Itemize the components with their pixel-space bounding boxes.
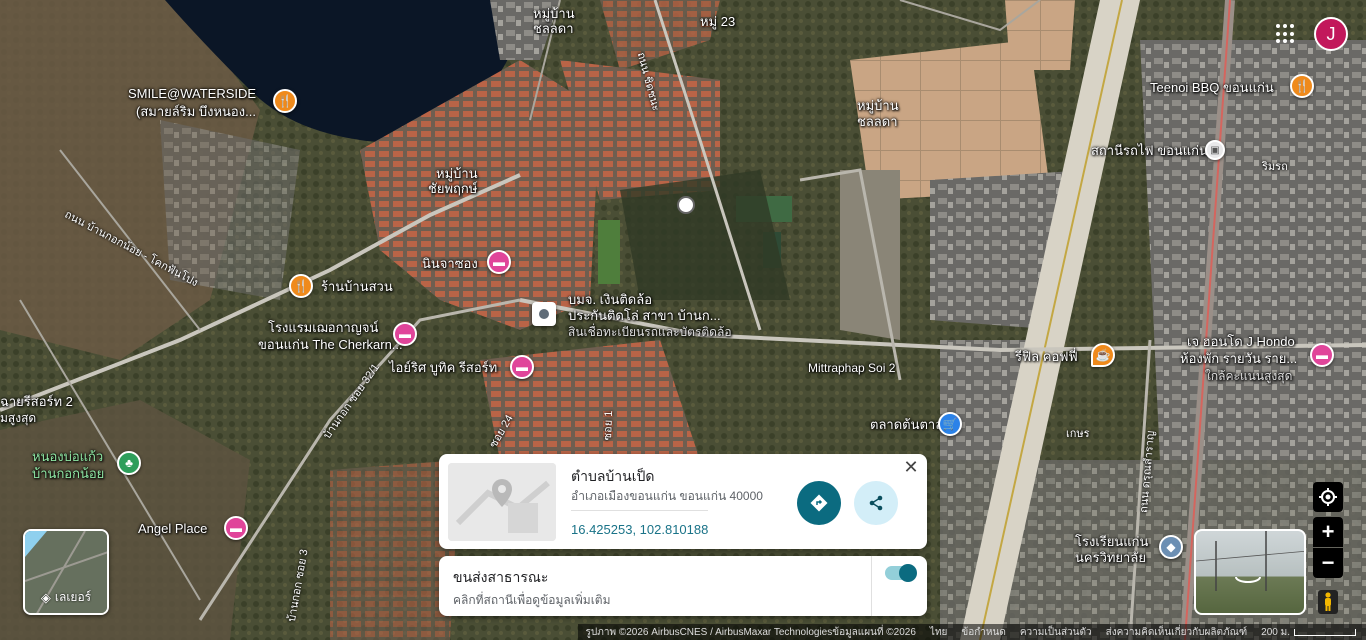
map-label: หมู่บ้าน	[533, 6, 575, 21]
hotel-icon[interactable]: ▬	[1310, 343, 1334, 367]
map-label: ชลลดา	[857, 114, 898, 129]
scale-bar[interactable]: 200 ม.	[1261, 625, 1356, 640]
hotel-icon[interactable]: ▬	[510, 355, 534, 379]
hotel-icon[interactable]: ▬	[487, 250, 511, 274]
close-icon[interactable]: ✕	[901, 457, 921, 477]
directions-button[interactable]	[797, 481, 841, 525]
poi-name: ตลาดต้นตาล	[870, 417, 944, 432]
road-label: ซอย 1	[601, 410, 616, 441]
coffee-icon[interactable]: ☕	[1091, 343, 1115, 367]
map-label: ฉายรีสอร์ท 2	[0, 394, 73, 409]
poi-name: ไอย์ริศ บูทิค รีสอร์ท	[389, 360, 498, 375]
road-name-label: Mittraphap Soi 2	[808, 361, 896, 375]
map-label: หมู่บ้าน	[436, 166, 478, 181]
street-view-preview[interactable]	[1194, 529, 1306, 615]
poi-subtitle: บ้านกอกน้อย	[32, 466, 105, 481]
footer-link-language[interactable]: ไทย	[930, 625, 947, 640]
poi-subtitle: ห้องพัก รายวัน ราย...	[1180, 351, 1298, 366]
map-label: มสูงสุด	[0, 411, 37, 425]
pegman-icon[interactable]	[1318, 590, 1338, 614]
shopping-cart-icon[interactable]: 🛒	[938, 412, 962, 436]
poi-subtitle: (สมายล์ริม บึงหนอง...	[136, 104, 256, 119]
my-location-button[interactable]	[1313, 482, 1343, 512]
poi-subtitle: ประกันติดโล่ สาขา บ้านก...	[568, 308, 721, 323]
apps-grid-icon[interactable]	[1276, 24, 1296, 44]
location-dot-icon[interactable]	[677, 196, 695, 214]
bank-icon[interactable]	[532, 302, 556, 326]
footer-link-privacy[interactable]: ความเป็นส่วนตัว	[1020, 625, 1092, 640]
share-icon	[869, 495, 883, 511]
map-label: หมู่บ้าน	[857, 98, 899, 113]
transit-title: ขนส่งสาธารณะ	[453, 569, 549, 585]
road-label: เกษร	[1066, 428, 1090, 440]
transit-layer-card[interactable]: ขนส่งสาธารณะ คลิกที่สถานีเพื่อดูข้อมูลเพ…	[439, 556, 927, 616]
map-label: ชัยพฤกษ์	[428, 181, 478, 196]
hotel-icon[interactable]: ▬	[224, 516, 248, 540]
map-label: หมู่ 23	[700, 14, 736, 29]
imagery-attribution: รูปภาพ ©2026 AirbusCNES / AirbusMaxar Te…	[585, 626, 916, 638]
poi-name: หนองบ่อแก้ว	[32, 449, 104, 464]
directions-icon	[810, 494, 828, 512]
poi-name: เจ ฮอนโด J Hondo	[1187, 334, 1295, 349]
poi-category: ใกล้คะแนนสูงสุด	[1205, 369, 1293, 383]
restaurant-icon[interactable]: 🍴	[1290, 74, 1314, 98]
transit-subtitle: คลิกที่สถานีเพื่อดูข้อมูลเพิ่มเติม	[453, 593, 611, 607]
place-title: ตำบลบ้านเป็ด	[571, 468, 655, 484]
layers-icon: ◈	[40, 589, 51, 605]
place-thumbnail[interactable]	[448, 463, 556, 541]
place-info-card[interactable]: ตำบลบ้านเป็ด อำเภอเมืองขอนแก่น ขอนแก่น 4…	[439, 454, 927, 549]
restaurant-icon[interactable]: 🍴	[289, 274, 313, 298]
footer-link-terms[interactable]: ข้อกำหนด	[961, 625, 1005, 640]
divider	[871, 556, 872, 616]
divider	[571, 510, 708, 511]
poi-name: บมจ. เงินติดล้อ	[568, 292, 652, 307]
road-label: ริมรถ	[1262, 161, 1288, 173]
share-button[interactable]	[854, 481, 898, 525]
poi-name: รีฟิล คอฟฟี่	[1015, 349, 1078, 364]
poi-name: นินจาซอง	[422, 256, 478, 271]
scale-label: 200 ม.	[1261, 626, 1290, 638]
poi-name: โรงแรมเฌอกาญจน์	[268, 320, 379, 335]
place-coordinates[interactable]: 16.425253, 102.810188	[571, 522, 708, 537]
poi-name: Angel Place	[138, 521, 208, 536]
park-icon[interactable]: ♣	[117, 451, 141, 475]
poi-name: โรงเรียนแก่น	[1075, 534, 1149, 549]
place-address: อำเภอเมืองขอนแก่น ขอนแก่น 40000	[571, 489, 763, 503]
poi-subtitle: ขอนแก่น The Cherkarn...	[258, 337, 403, 352]
street-view-thumbnail	[1196, 531, 1304, 591]
scale-ruler	[1294, 628, 1356, 636]
layers-button[interactable]: ◈ เลเยอร์	[23, 529, 109, 615]
transit-toggle[interactable]	[885, 564, 917, 582]
zoom-in-button[interactable]: +	[1313, 517, 1343, 547]
layers-label: เลเยอร์	[54, 590, 92, 604]
map-footer: รูปภาพ ©2026 AirbusCNES / AirbusMaxar Te…	[0, 624, 1366, 640]
poi-name: SMILE@WATERSIDE	[128, 86, 257, 101]
my-location-icon	[1319, 488, 1337, 506]
poi-subtitle: นครวิทยาลัย	[1075, 550, 1146, 565]
poi-name: ร้านบ้านสวน	[321, 279, 393, 294]
restaurant-icon[interactable]: 🍴	[273, 89, 297, 113]
account-area: J	[1276, 17, 1348, 51]
train-icon[interactable]: ▣	[1205, 140, 1225, 160]
school-icon[interactable]: ◆	[1159, 535, 1183, 559]
map-label: ชลลดา	[533, 21, 574, 36]
poi-name: Teenoi BBQ ขอนแก่น	[1150, 80, 1274, 95]
avatar[interactable]: J	[1314, 17, 1348, 51]
footer-link-feedback[interactable]: ส่งความคิดเห็นเกี่ยวกับผลิตภัณฑ์	[1106, 625, 1248, 640]
zoom-out-button[interactable]: −	[1313, 548, 1343, 578]
poi-category: สินเชื่อทะเบียนรถและบัตรติดล้อ	[568, 325, 732, 339]
hotel-icon[interactable]: ▬	[393, 322, 417, 346]
map-pin-illustration-icon	[448, 463, 556, 541]
poi-name: สถานีรถไฟ ขอนแก่น	[1091, 143, 1208, 158]
